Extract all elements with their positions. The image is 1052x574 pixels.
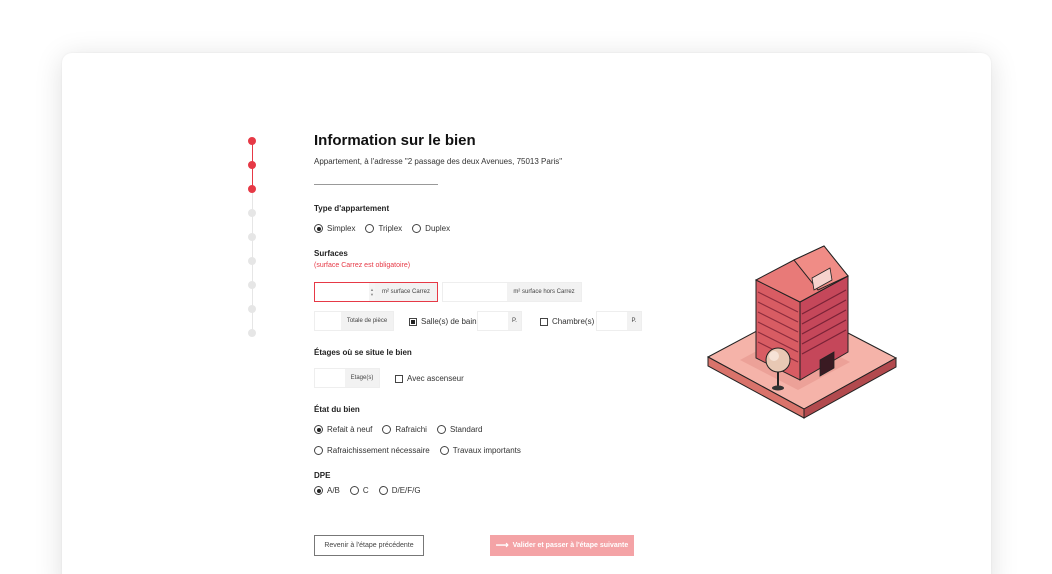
radio-triplex[interactable]: Triplex <box>365 224 402 233</box>
etat-radios-row-2: Rafraichissement nécessaire Travaux impo… <box>314 446 531 455</box>
surface-hors-carrez-input[interactable] <box>443 283 507 301</box>
radio-unchecked-icon <box>439 446 449 455</box>
dpe-label: DPE <box>314 471 331 480</box>
radio-unchecked-icon <box>365 224 375 233</box>
chambre-input[interactable] <box>597 312 627 330</box>
radio-dpe-defg[interactable]: D/E/F/G <box>378 486 421 495</box>
chambre-field: P. <box>596 311 642 331</box>
radio-checked-icon <box>314 224 323 233</box>
radio-unchecked-icon <box>412 224 422 233</box>
radio-unchecked-icon <box>378 486 388 495</box>
arrow-right-icon: ⟶ <box>495 540 509 550</box>
radio-dpe-c[interactable]: C <box>349 486 369 495</box>
checkbox-checked-icon <box>409 317 417 326</box>
page-title: Information sur le bien <box>314 132 476 149</box>
stepper-dot <box>248 305 256 313</box>
surface-carrez-unit: m² surface Carrez <box>375 283 437 301</box>
stepper-dot <box>248 209 256 217</box>
radio-dpe-ab[interactable]: A/B <box>314 486 340 495</box>
building-illustration-icon <box>706 245 898 419</box>
pieces-field: Totale de pièce <box>314 311 394 331</box>
radio-unchecked-icon <box>349 486 359 495</box>
radio-unchecked-icon <box>436 425 446 434</box>
next-step-button[interactable]: ⟶ Valider et passer à l'étape suivante <box>490 535 634 556</box>
chambre-checkbox[interactable]: Chambre(s) <box>540 317 594 326</box>
surfaces-label: Surfaces <box>314 249 348 258</box>
salle-bain-unit: P. <box>508 312 521 330</box>
radio-simplex[interactable]: Simplex <box>314 224 355 233</box>
surface-hors-carrez-unit: m² surface hors Carrez <box>507 283 581 301</box>
radio-checked-icon <box>314 425 323 434</box>
surfaces-hint: (surface Carrez est obligatoire) <box>314 262 411 269</box>
progress-stepper <box>248 137 258 337</box>
etages-label: Étages où se situe le bien <box>314 348 412 357</box>
stepper-dot <box>248 281 256 289</box>
stepper-dot <box>248 185 256 193</box>
checkbox-unchecked-icon <box>540 317 548 326</box>
etages-field: Etage(s) <box>314 368 380 388</box>
ascenseur-checkbox[interactable]: Avec ascenseur <box>395 374 464 383</box>
pieces-input[interactable] <box>315 312 341 330</box>
stepper-dot <box>248 233 256 241</box>
type-appartement-radios: Simplex Triplex Duplex <box>314 224 460 233</box>
title-divider <box>314 184 438 185</box>
radio-refait-a-neuf[interactable]: Refait à neuf <box>314 425 372 434</box>
surface-carrez-field: ▲ ▼ m² surface Carrez <box>314 282 438 302</box>
radio-unchecked-icon <box>314 446 323 455</box>
etages-unit: Etage(s) <box>345 369 379 387</box>
stepper-dot <box>248 257 256 265</box>
etat-radios-row-1: Refait à neuf Rafraichi Standard <box>314 425 492 434</box>
pieces-unit: Totale de pièce <box>341 312 393 330</box>
salle-bain-checkbox[interactable]: Salle(s) de bain <box>409 317 477 326</box>
surface-hors-carrez-field: m² surface hors Carrez <box>442 282 582 302</box>
salle-bain-input[interactable] <box>478 312 508 330</box>
etages-input[interactable] <box>315 369 345 387</box>
radio-travaux-importants[interactable]: Travaux importants <box>439 446 521 455</box>
type-appartement-label: Type d'appartement <box>314 204 390 213</box>
stepper-dot <box>248 137 256 145</box>
radio-checked-icon <box>314 486 323 495</box>
radio-rafraichissement-necessaire[interactable]: Rafraichissement nécessaire <box>314 446 430 455</box>
radio-duplex[interactable]: Duplex <box>412 224 450 233</box>
checkbox-unchecked-icon <box>395 374 403 383</box>
surface-carrez-input[interactable] <box>315 283 369 301</box>
chambre-unit: P. <box>627 312 641 330</box>
previous-step-button[interactable]: Revenir à l'étape précédente <box>314 535 424 556</box>
dpe-radios: A/B C D/E/F/G <box>314 486 431 495</box>
etat-label: État du bien <box>314 405 360 414</box>
stepper-dot <box>248 161 256 169</box>
salle-bain-field: P. <box>477 311 522 331</box>
radio-unchecked-icon <box>382 425 392 434</box>
property-address: Appartement, à l'adresse "2 passage des … <box>314 157 563 166</box>
radio-standard[interactable]: Standard <box>436 425 482 434</box>
radio-rafraichi[interactable]: Rafraichi <box>382 425 427 434</box>
stepper-dot <box>248 329 256 337</box>
